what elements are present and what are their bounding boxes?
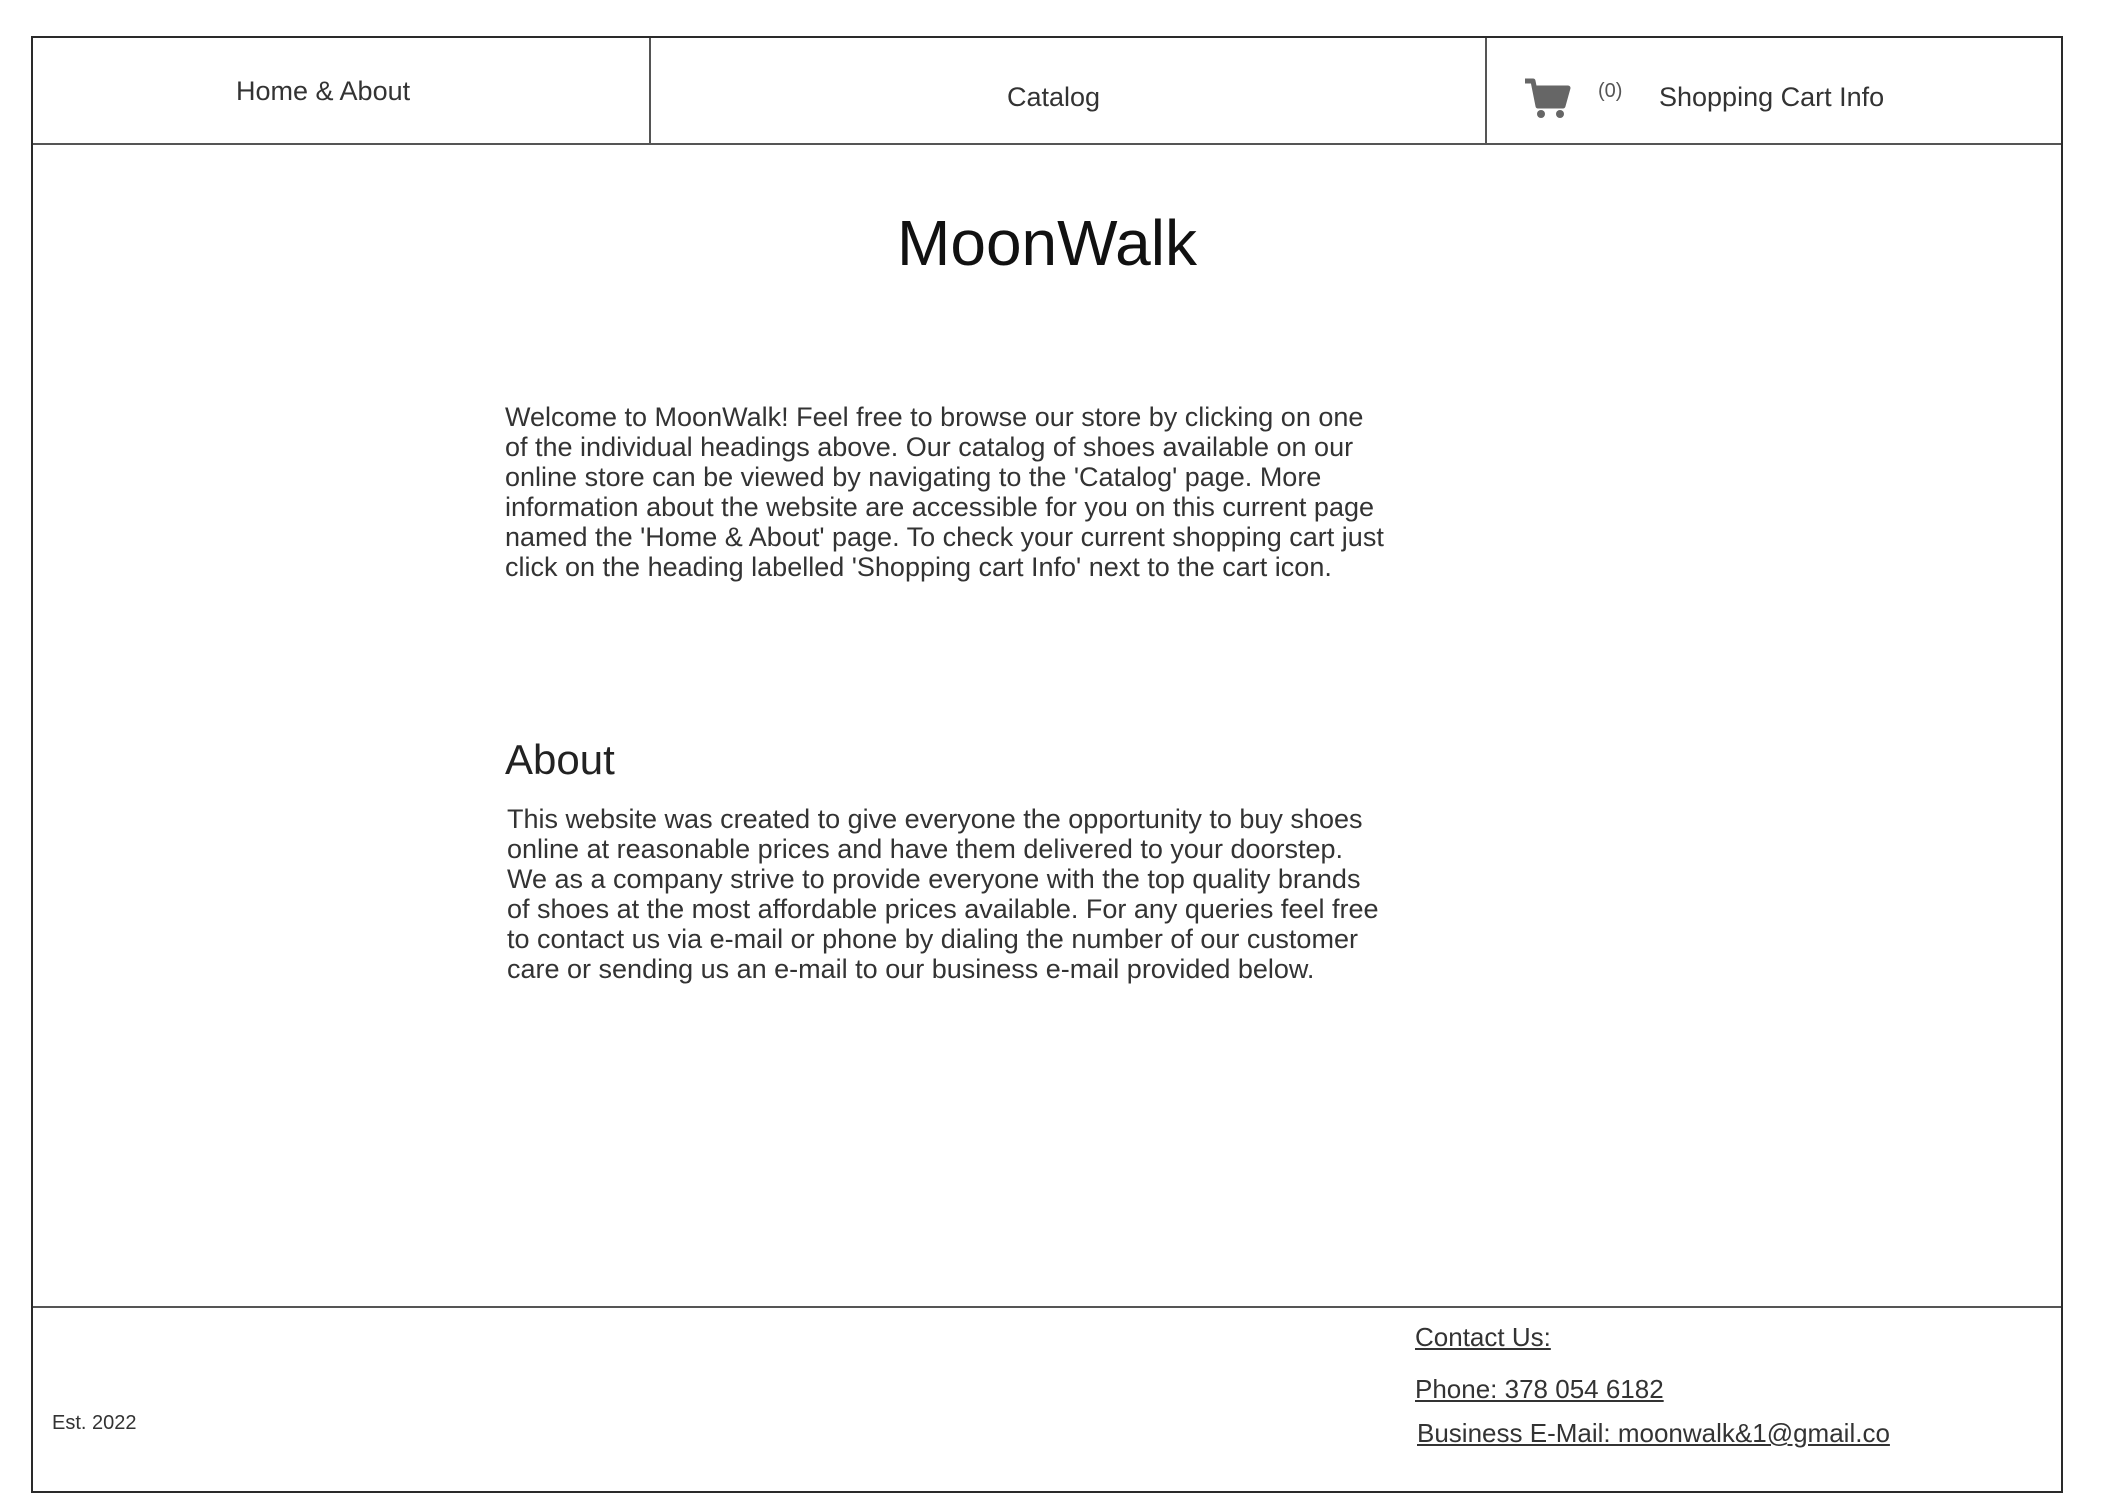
- site-title: MoonWalk: [897, 207, 1197, 279]
- cart-count-badge: (0): [1598, 80, 1623, 102]
- welcome-text: Welcome to MoonWalk! Feel free to browse…: [505, 402, 1384, 582]
- about-text: This website was created to give everyon…: [507, 804, 1379, 984]
- nav-catalog-label: Catalog: [1007, 82, 1101, 112]
- phone-link[interactable]: Phone: 378 054 6182: [1415, 1374, 1664, 1405]
- contact-us-link[interactable]: Contact Us:: [1415, 1322, 1551, 1353]
- nav-shopping-cart[interactable]: (0) Shopping Cart Info: [1487, 38, 2061, 143]
- page-frame: Home & About Catalog (0) Shopping Cart I…: [31, 36, 2063, 1493]
- established-text: Est. 2022: [52, 1412, 137, 1434]
- nav-shopping-cart-label[interactable]: Shopping Cart Info: [1659, 82, 1884, 113]
- about-heading: About: [505, 736, 615, 783]
- nav-home-about-label: Home & About: [236, 76, 411, 106]
- top-navigation: Home & About Catalog (0) Shopping Cart I…: [33, 38, 2061, 145]
- footer: Est. 2022 Contact Us: Phone: 378 054 618…: [33, 1306, 2061, 1493]
- nav-home-about[interactable]: Home & About: [33, 38, 651, 143]
- email-link[interactable]: Business E-Mail: moonwalk&1@gmail.co: [1417, 1418, 1890, 1449]
- nav-catalog[interactable]: Catalog: [651, 38, 1487, 143]
- shopping-cart-icon[interactable]: [1523, 76, 1571, 120]
